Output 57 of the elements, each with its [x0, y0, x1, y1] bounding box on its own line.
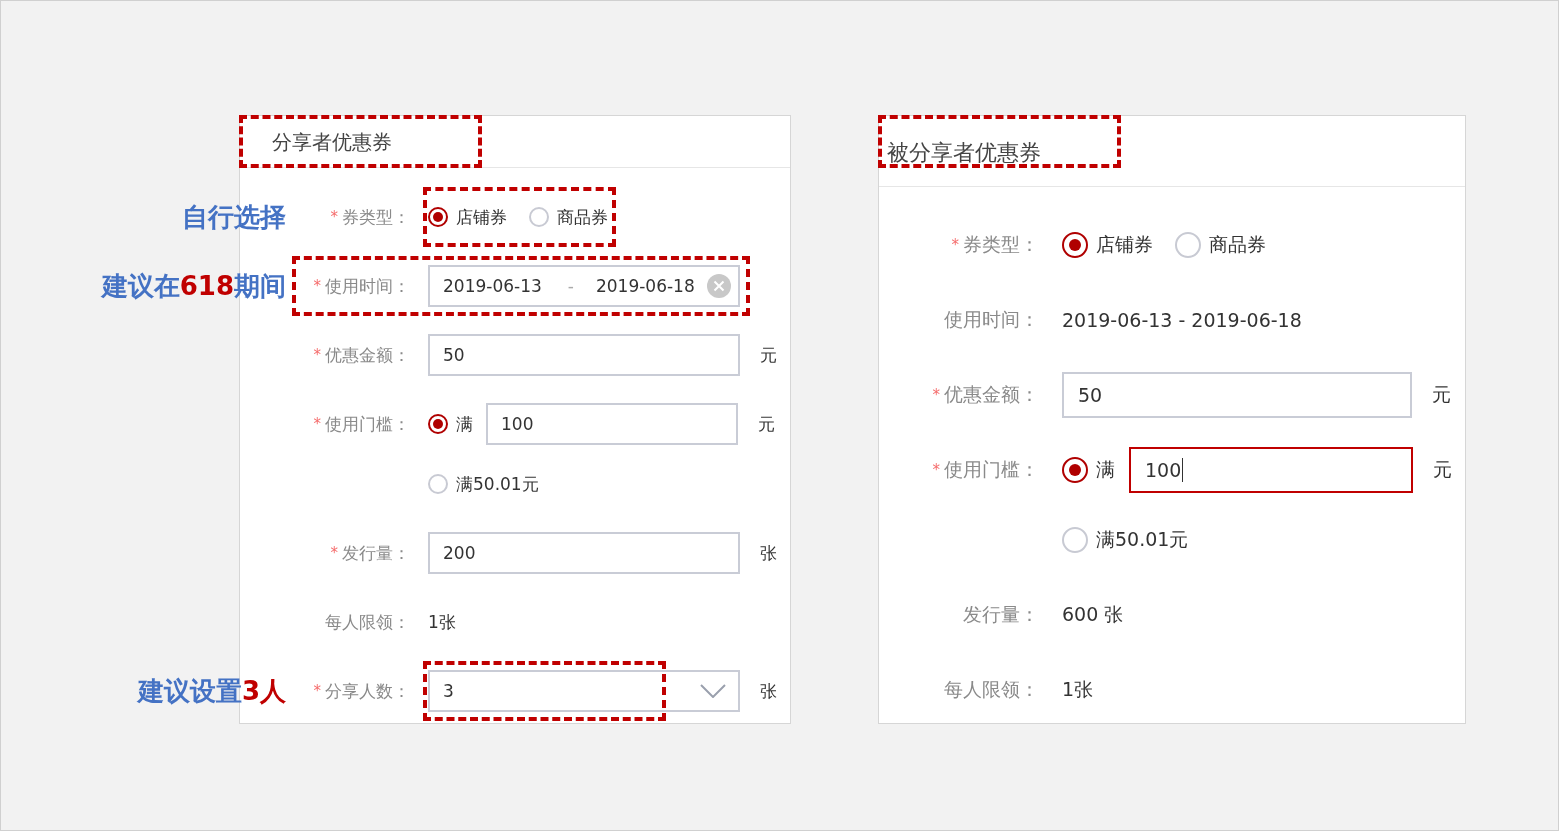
unit-label: 元: [758, 412, 775, 436]
field-value: 600 张: [1062, 602, 1124, 627]
radio-option[interactable]: 店铺券: [1062, 232, 1153, 258]
field-value: 1张: [1062, 677, 1094, 702]
required-mark: *: [313, 682, 321, 700]
field-label: 券类型：: [963, 232, 1039, 257]
field-label: 优惠金额：: [325, 343, 410, 367]
range-separator: -: [567, 276, 574, 296]
unit-label: 张: [760, 679, 777, 703]
date-range-field[interactable]: 2019-06-13 - 2019-06-18: [428, 265, 740, 307]
radio-option[interactable]: 满: [428, 412, 473, 436]
radio-option[interactable]: 满50.01元: [428, 472, 539, 496]
unit-label: 元: [1432, 382, 1451, 407]
dropdown-field[interactable]: 3: [428, 670, 740, 712]
clear-icon[interactable]: [706, 274, 731, 298]
field-label: 发行量：: [963, 602, 1039, 627]
field-value: 2019-06-13 - 2019-06-18: [1062, 309, 1302, 331]
radio-option[interactable]: 满50.01元: [1062, 527, 1189, 553]
input-field[interactable]: 100: [1129, 447, 1413, 493]
required-mark: *: [313, 277, 321, 295]
end-date: 2019-06-18: [595, 276, 695, 296]
input-field[interactable]: 200: [428, 532, 740, 574]
field-label: 每人限领：: [325, 610, 410, 634]
chevron-down-icon: [700, 684, 726, 698]
required-mark: *: [951, 236, 959, 254]
required-mark: *: [313, 346, 321, 364]
field-label: 券类型：: [342, 205, 410, 229]
panel-title: 被分享者优惠券: [887, 139, 1041, 166]
annotation-text: 自行选择: [182, 201, 286, 233]
annotation-text: 建议在618期间: [101, 270, 286, 302]
required-mark: *: [313, 415, 321, 433]
required-mark: *: [330, 544, 338, 562]
input-field[interactable]: 50: [428, 334, 740, 376]
unit-label: 元: [760, 343, 777, 367]
field-label: 使用门槛：: [325, 412, 410, 436]
required-mark: *: [330, 208, 338, 226]
field-label: 优惠金额：: [944, 382, 1039, 407]
radio-option[interactable]: 商品券: [529, 205, 608, 229]
radio-option[interactable]: 店铺券: [428, 205, 507, 229]
start-date: 2019-06-13: [443, 276, 542, 296]
field-label: 每人限领：: [944, 677, 1039, 702]
unit-label: 张: [760, 541, 777, 565]
unit-label: 元: [1433, 457, 1452, 482]
input-field[interactable]: 100: [486, 403, 738, 445]
field-label: 使用时间：: [325, 274, 410, 298]
required-mark: *: [932, 386, 940, 404]
field-value: 1张: [428, 610, 456, 634]
field-label: 使用时间：: [944, 307, 1039, 332]
input-field[interactable]: 50: [1062, 372, 1412, 418]
panel-title: 分享者优惠券: [272, 130, 392, 154]
field-label: 发行量：: [342, 541, 410, 565]
radio-option[interactable]: 商品券: [1175, 232, 1266, 258]
field-label: 使用门槛：: [944, 457, 1039, 482]
required-mark: *: [932, 461, 940, 479]
field-label: 分享人数：: [325, 679, 410, 703]
annotation-text: 建议设置3人: [137, 675, 286, 707]
radio-option[interactable]: 满: [1062, 457, 1115, 483]
